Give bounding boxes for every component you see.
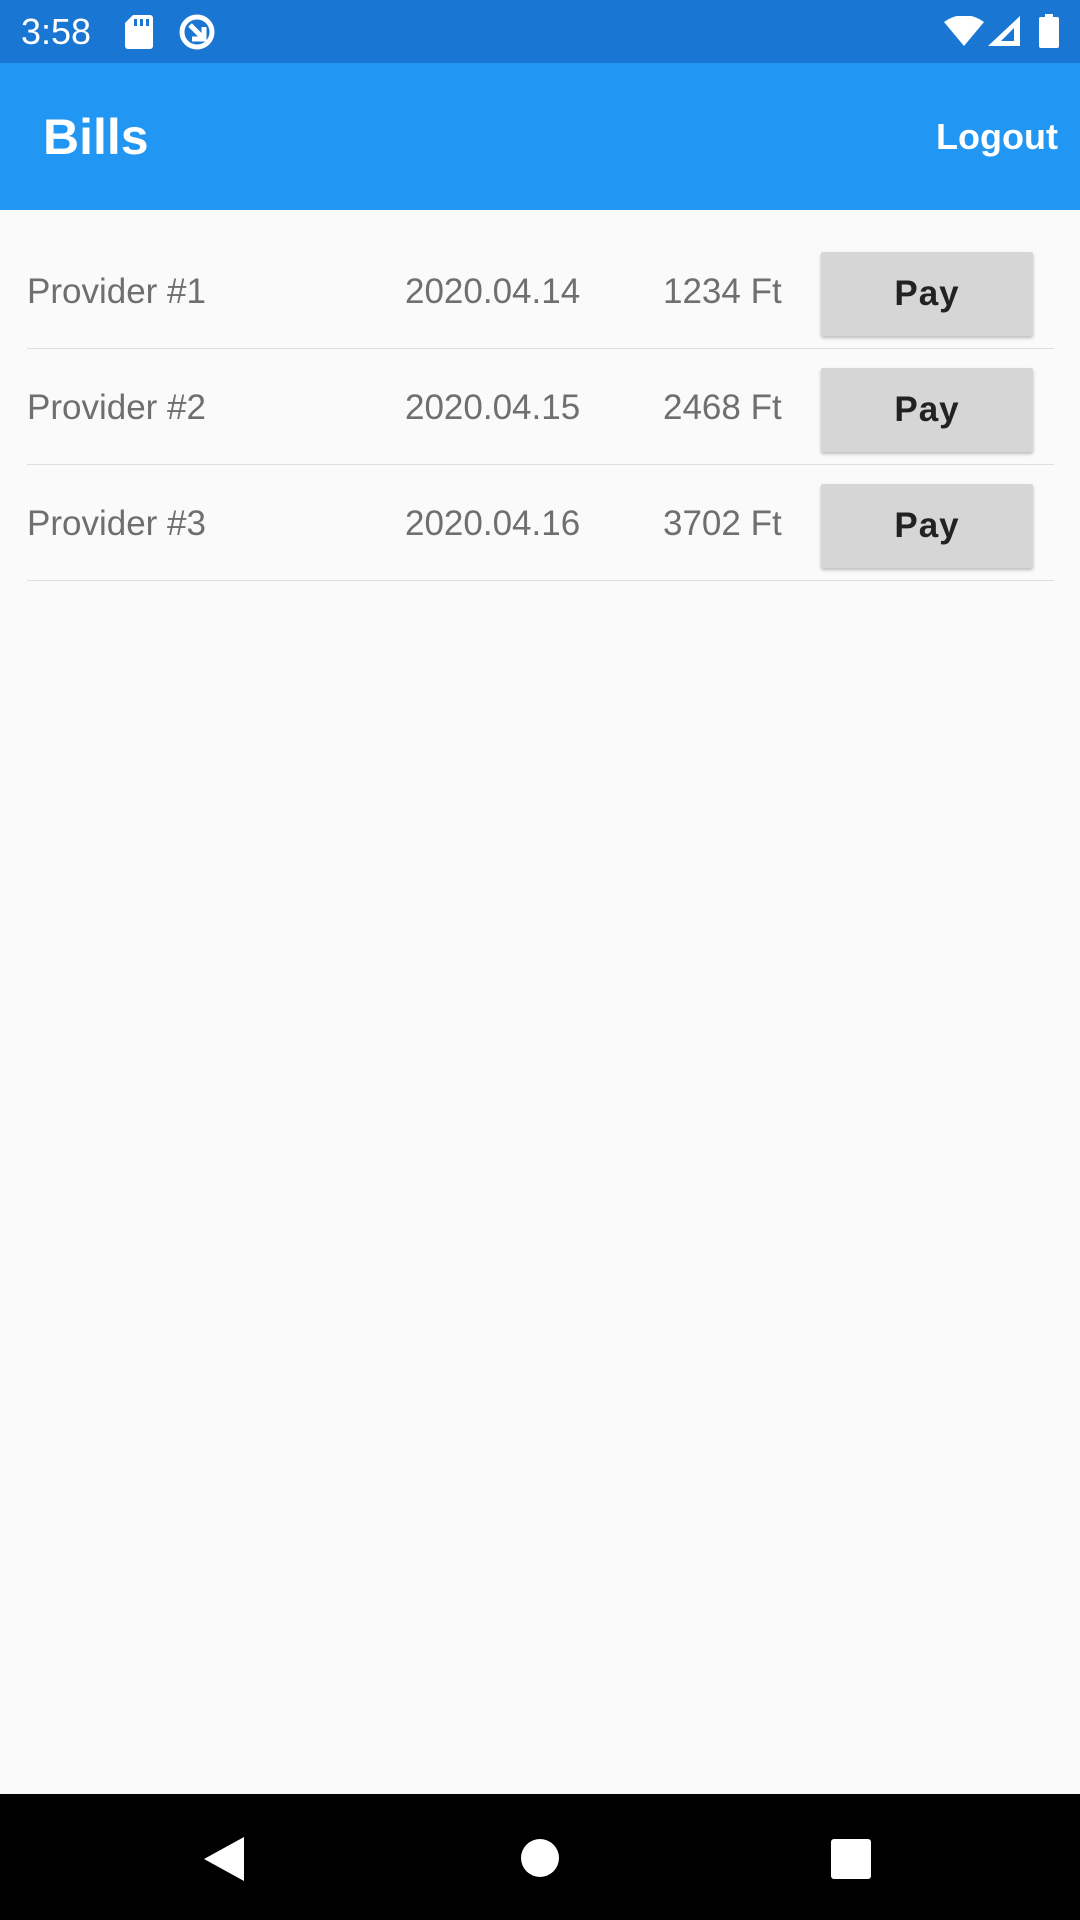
page-title: Bills [43, 109, 149, 165]
bill-list: Provider #1 2020.04.14 1234 Ft Pay Provi… [27, 233, 1054, 581]
bill-date: 2020.04.16 [405, 504, 581, 543]
bill-date: 2020.04.14 [405, 272, 581, 311]
bill-amount: 2468 Ft [663, 388, 782, 427]
pay-button[interactable]: Pay [821, 252, 1033, 336]
bill-row: Provider #3 2020.04.16 3702 Ft Pay [27, 465, 1054, 581]
bill-provider: Provider #1 [27, 272, 206, 311]
battery-icon [1039, 14, 1059, 52]
bill-row: Provider #2 2020.04.15 2468 Ft Pay [27, 349, 1054, 465]
bill-provider: Provider #3 [27, 504, 206, 543]
navigation-bar [0, 1794, 1080, 1920]
pay-button[interactable]: Pay [821, 368, 1033, 452]
bill-row: Provider #1 2020.04.14 1234 Ft Pay [27, 233, 1054, 349]
status-time: 3:58 [21, 11, 92, 52]
bill-provider: Provider #2 [27, 388, 206, 427]
cell-signal-icon [988, 16, 1020, 50]
bill-amount: 3702 Ft [663, 504, 782, 543]
pay-button[interactable]: Pay [821, 484, 1033, 568]
back-icon[interactable] [204, 1837, 244, 1885]
app-bar: Bills Logout [0, 63, 1080, 210]
wifi-icon [944, 15, 984, 50]
bill-date: 2020.04.15 [405, 388, 581, 427]
recents-icon[interactable] [831, 1839, 871, 1883]
sd-card-icon [125, 15, 153, 53]
status-bar: 3:58 [0, 0, 1080, 63]
bill-amount: 1234 Ft [663, 272, 782, 311]
data-saver-icon [178, 13, 216, 55]
home-icon[interactable] [521, 1839, 559, 1881]
logout-button[interactable]: Logout [936, 115, 1058, 159]
